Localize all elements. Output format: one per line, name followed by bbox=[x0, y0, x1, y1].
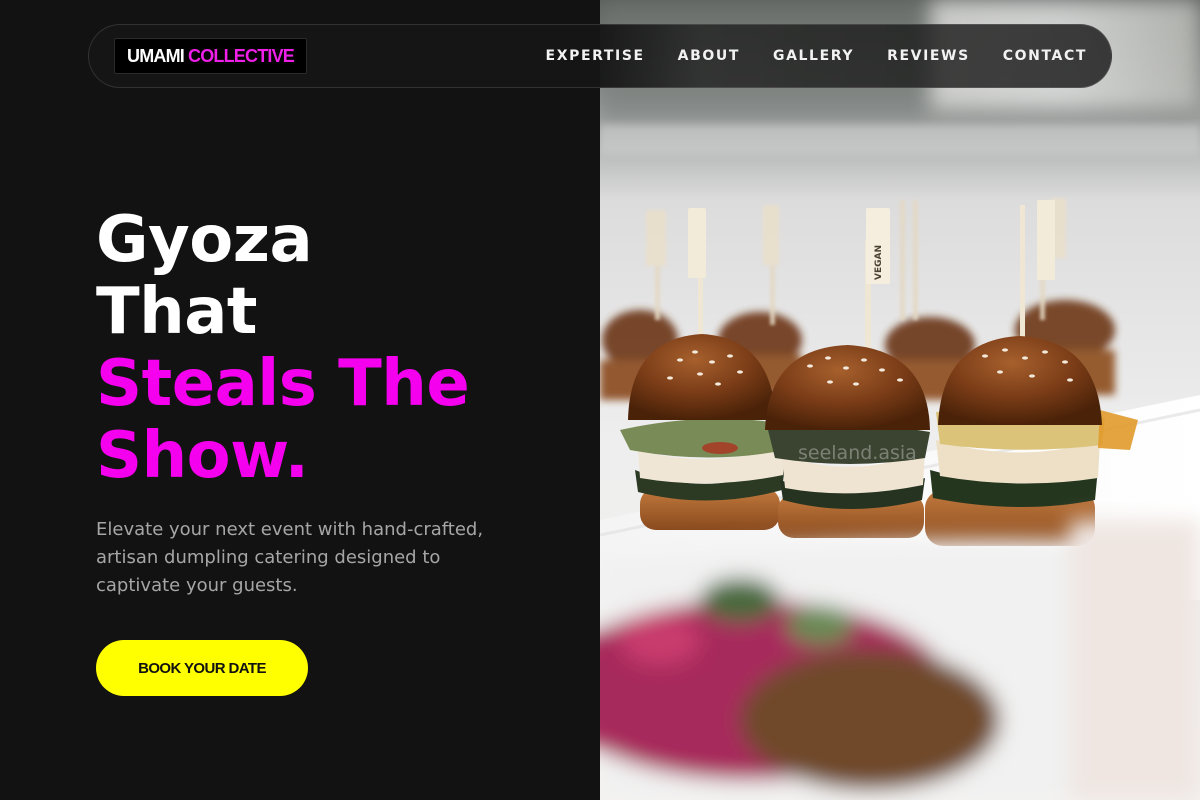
book-your-date-button[interactable]: BOOK YOUR DATE bbox=[96, 640, 308, 696]
nav-link-about[interactable]: ABOUT bbox=[678, 48, 740, 64]
headline-line-4: Show. bbox=[96, 419, 309, 493]
brand-logo[interactable]: UMAMI COLLECTIVE bbox=[114, 38, 308, 74]
hero-food-image: VEGAN bbox=[600, 0, 1200, 800]
nav-link-gallery[interactable]: GALLERY bbox=[773, 48, 854, 64]
brand-name-primary: UMAMI bbox=[127, 45, 185, 66]
hero-headline: Gyoza That Steals The Show. bbox=[96, 203, 470, 493]
headline-line-3: Steals The bbox=[96, 347, 470, 421]
headline-line-2: That bbox=[96, 275, 258, 349]
nav-links: EXPERTISE ABOUT GALLERY REVIEWS CONTACT bbox=[546, 25, 1087, 87]
vegan-pick-text: VEGAN bbox=[874, 245, 884, 280]
brand-name-accent: COLLECTIVE bbox=[188, 45, 295, 66]
nav-link-reviews[interactable]: REVIEWS bbox=[887, 48, 970, 64]
headline-line-1: Gyoza bbox=[96, 203, 313, 277]
landing-page: VEGAN seeland.asia UMAMI COLLECTIVE EXPE… bbox=[0, 0, 1200, 800]
hero-subtext: Elevate your next event with hand-crafte… bbox=[96, 519, 484, 596]
top-navbar: UMAMI COLLECTIVE EXPERTISE ABOUT GALLERY… bbox=[88, 24, 1112, 88]
nav-link-expertise[interactable]: EXPERTISE bbox=[546, 48, 645, 64]
nav-link-contact[interactable]: CONTACT bbox=[1003, 48, 1087, 64]
